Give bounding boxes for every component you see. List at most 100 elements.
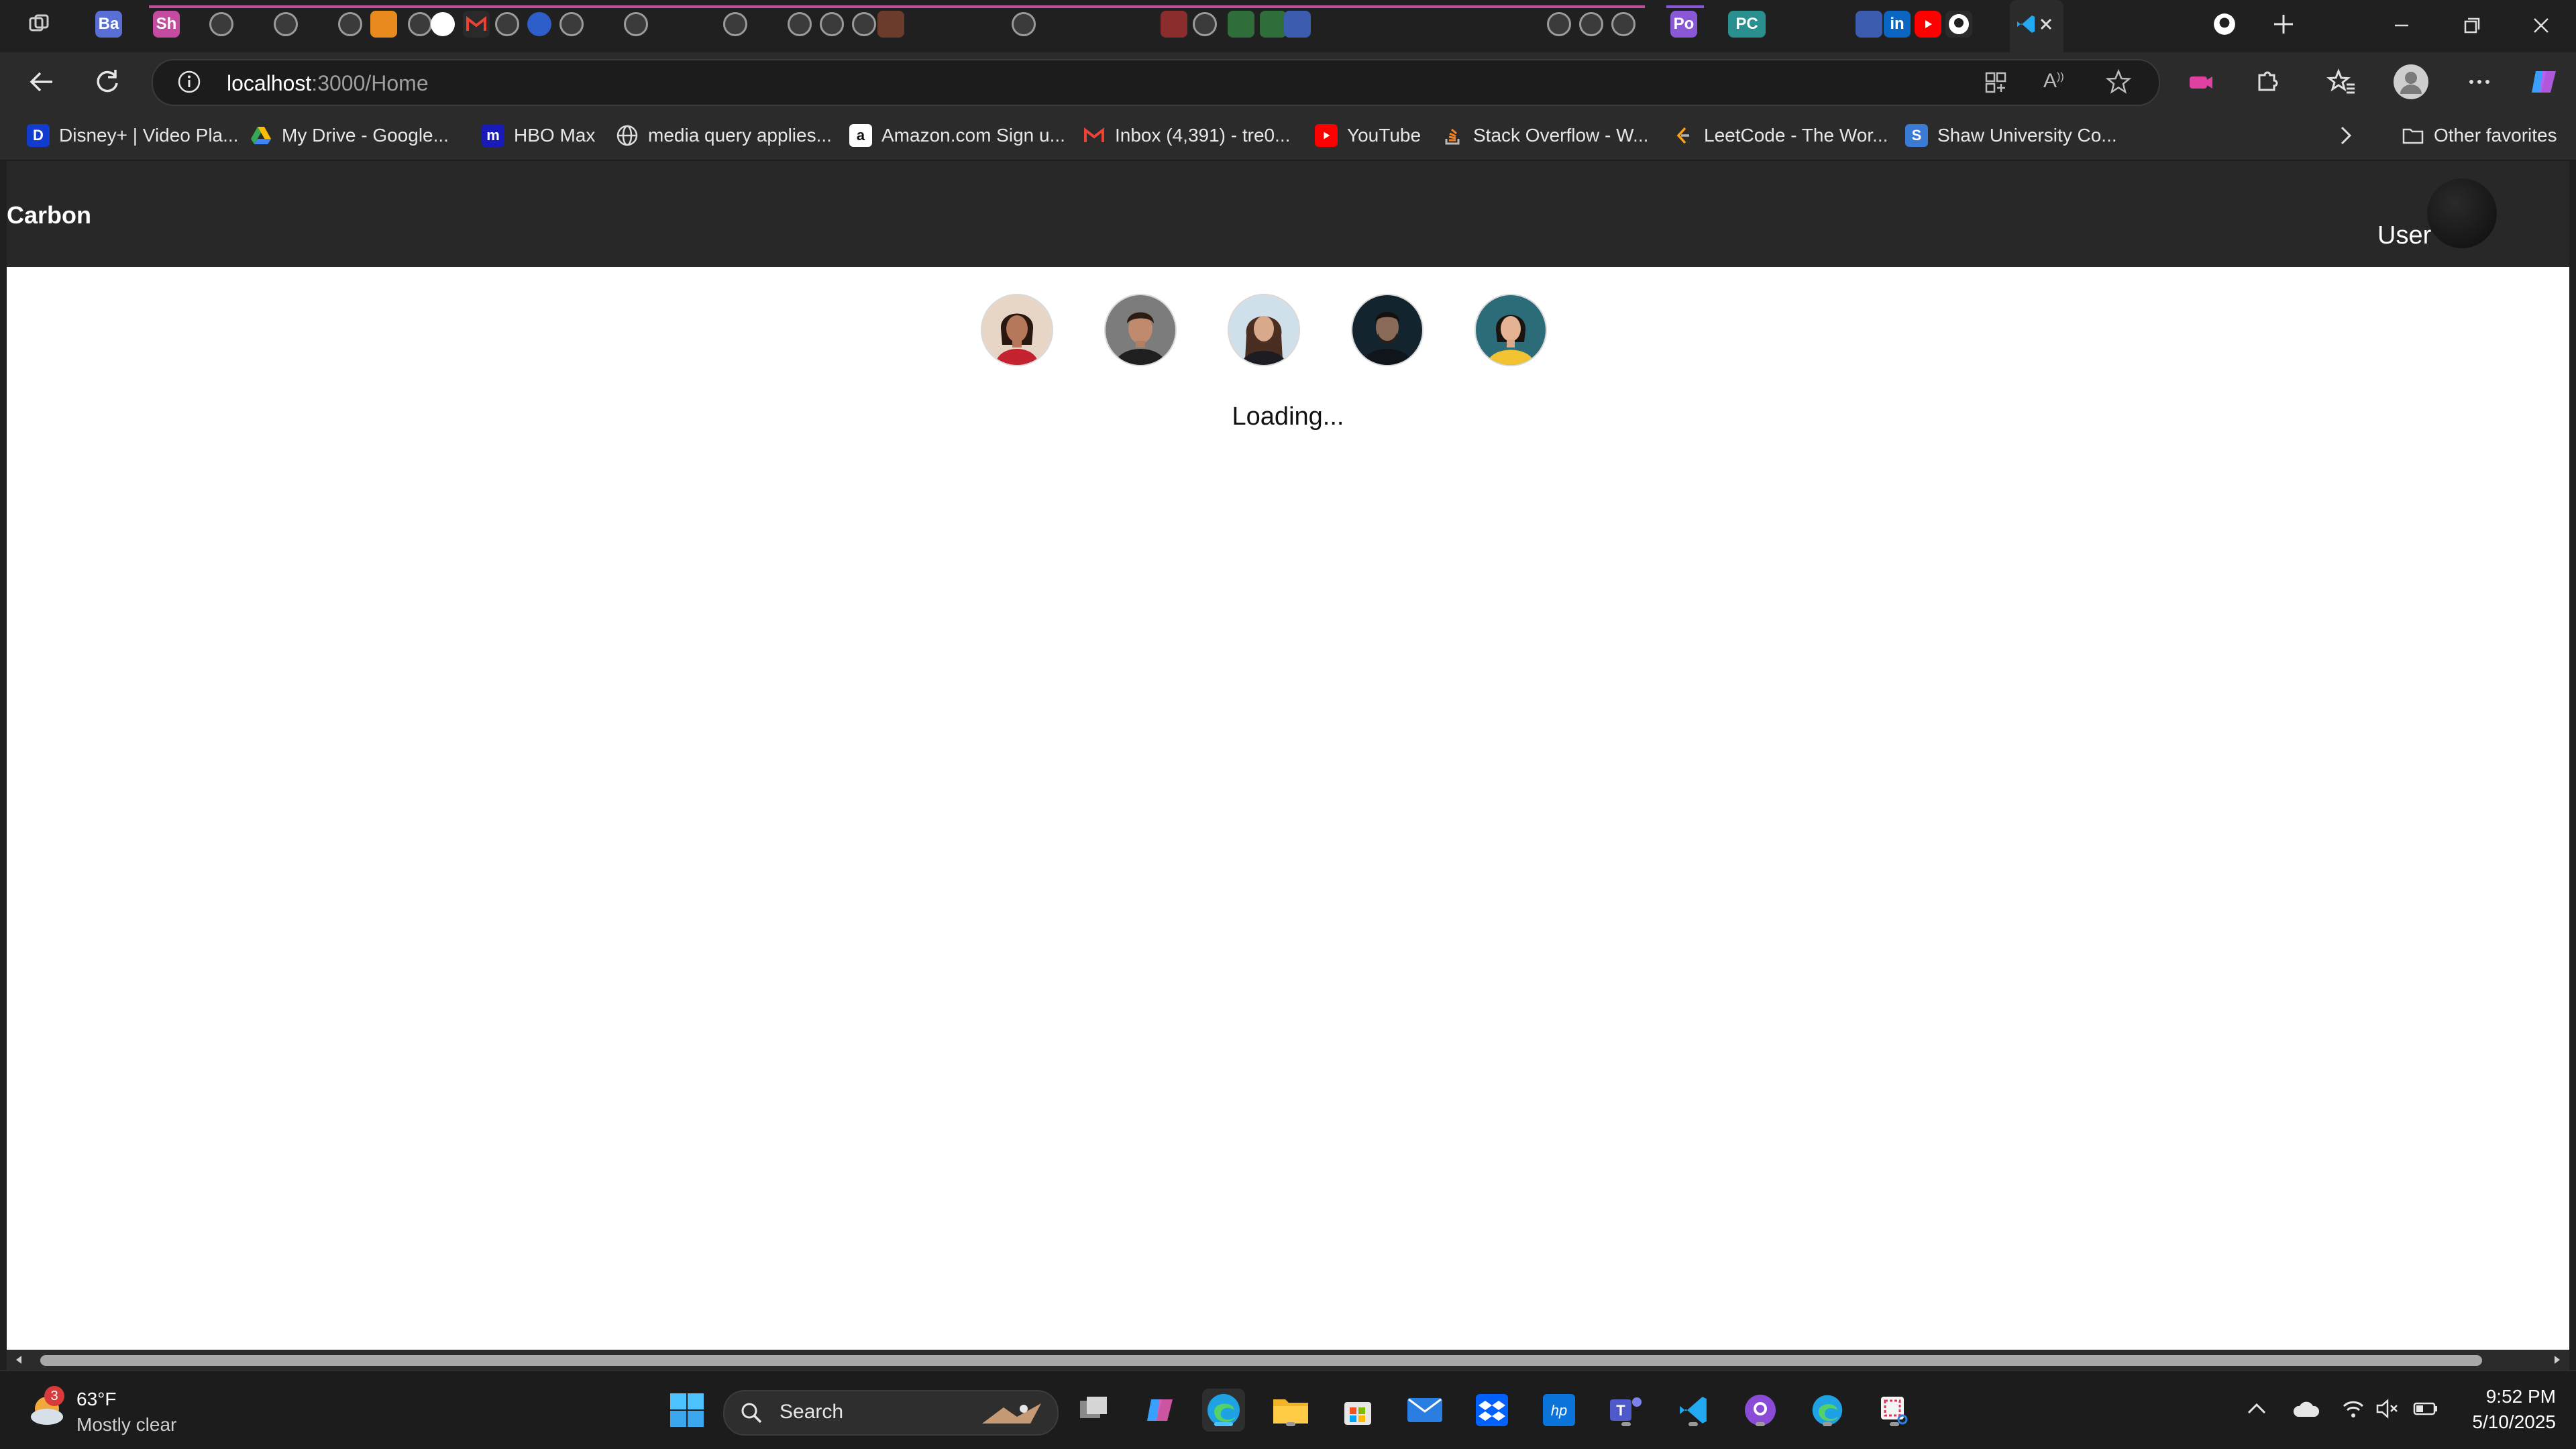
battery-icon[interactable] [2412, 1398, 2439, 1419]
tab-po[interactable]: Po [1670, 11, 1697, 38]
tab-favicon[interactable] [527, 12, 551, 36]
taskbar-search[interactable]: Search [723, 1390, 1059, 1436]
minimize-icon[interactable] [2385, 9, 2418, 42]
scrollbar-thumb[interactable] [40, 1355, 2482, 1366]
site-info-icon[interactable] [177, 70, 201, 94]
tab-favicon[interactable] [788, 12, 812, 36]
tab-favicon-docs[interactable] [1284, 11, 1311, 38]
tab-favicon[interactable] [495, 12, 519, 36]
clock-time[interactable]: 9:52 PM [2449, 1386, 2556, 1407]
vscode-taskbar-icon[interactable] [1672, 1389, 1715, 1432]
more-options-icon[interactable] [2463, 66, 2496, 98]
brand-logo-text[interactable]: Carbon [7, 201, 91, 229]
github-desktop-icon[interactable] [1739, 1389, 1782, 1432]
extensions-icon[interactable] [2251, 66, 2284, 98]
tab-favicon[interactable] [209, 12, 233, 36]
tab-favicon[interactable] [1161, 11, 1187, 38]
microsoft-store-icon[interactable] [1336, 1389, 1379, 1432]
file-explorer-icon[interactable] [1269, 1389, 1312, 1432]
tab-favicon[interactable] [274, 12, 298, 36]
close-window-icon[interactable] [2525, 9, 2557, 42]
scroll-left-arrow-icon[interactable] [13, 1354, 24, 1365]
snipping-tool-icon[interactable] [1873, 1389, 1916, 1432]
back-arrow-icon[interactable] [25, 66, 58, 98]
weather-icon[interactable]: 3 [27, 1386, 70, 1429]
chevron-up-icon[interactable] [2245, 1397, 2269, 1421]
tab-pc[interactable]: PC [1728, 11, 1766, 38]
edge-beta-icon[interactable] [1806, 1389, 1849, 1432]
new-tab-plus-icon[interactable] [2270, 11, 2297, 38]
favorite-amazon[interactable]: a Amazon.com Sign u... [849, 122, 1065, 149]
weather-description[interactable]: Mostly clear [76, 1414, 176, 1436]
task-view-icon[interactable] [1072, 1389, 1115, 1432]
tab-favicon[interactable] [1611, 12, 1635, 36]
tab-favicon[interactable] [338, 12, 362, 36]
tab-favicon-gmail[interactable] [463, 11, 490, 38]
github-icon[interactable] [1945, 11, 1972, 38]
tab-favicon-youtube[interactable] [1915, 11, 1941, 38]
tab-favicon[interactable] [820, 12, 844, 36]
tab-favicon[interactable] [1193, 12, 1217, 36]
clock-date[interactable]: 5/10/2025 [2449, 1411, 2556, 1433]
close-tab-icon[interactable] [2033, 11, 2059, 38]
tab-sh[interactable]: Sh [153, 11, 180, 38]
tab-favicon[interactable] [1547, 12, 1571, 36]
favorite-stack-overflow[interactable]: Stack Overflow - W... [1441, 122, 1648, 149]
tab-ba[interactable]: Ba [95, 11, 122, 38]
copilot-icon[interactable] [2526, 64, 2561, 99]
tab-favicon[interactable] [559, 12, 584, 36]
favorite-star-icon[interactable] [2105, 68, 2132, 95]
tab-favicon-docs[interactable] [1856, 11, 1882, 38]
favorite-hbo-max[interactable]: m HBO Max [482, 122, 595, 149]
favorite-media-query[interactable]: media query applies... [616, 122, 832, 149]
copilot-taskbar-icon[interactable] [1139, 1389, 1182, 1432]
tab-favicon[interactable] [370, 11, 397, 38]
tab-favicon[interactable] [1012, 12, 1036, 36]
story-avatar[interactable] [1106, 295, 1175, 365]
profile-avatar-icon[interactable] [2394, 64, 2428, 99]
story-avatar[interactable] [1229, 295, 1299, 365]
favorite-youtube[interactable]: YouTube [1315, 122, 1421, 149]
address-bar[interactable]: localhost:3000/Home A)) [152, 59, 2160, 106]
horizontal-scrollbar[interactable] [7, 1350, 2569, 1370]
tab-favicon[interactable] [723, 12, 747, 36]
media-extension-icon[interactable] [2184, 66, 2216, 98]
scroll-right-arrow-icon[interactable] [2552, 1354, 2563, 1365]
weather-temp[interactable]: 63°F [76, 1389, 116, 1410]
chevron-right-icon[interactable] [2332, 122, 2359, 149]
wifi-icon[interactable] [2341, 1397, 2365, 1421]
story-avatar[interactable] [982, 295, 1052, 365]
tab-favicon-linkedin[interactable]: in [1884, 11, 1911, 38]
story-avatar[interactable] [1352, 295, 1422, 365]
tab-favicon[interactable] [877, 11, 904, 38]
tab-favicon[interactable] [1260, 11, 1287, 38]
tab-favicon[interactable] [408, 12, 432, 36]
github-icon[interactable] [2211, 11, 2238, 38]
restore-icon[interactable] [2455, 9, 2487, 42]
dropbox-icon[interactable] [1470, 1389, 1513, 1432]
tab-favicon[interactable] [1579, 12, 1603, 36]
favorites-icon[interactable] [2325, 66, 2357, 98]
hp-smart-icon[interactable]: hp [1538, 1389, 1580, 1432]
story-avatar[interactable] [1476, 295, 1546, 365]
other-favorites[interactable]: Other favorites [2402, 122, 2557, 149]
url-text[interactable]: localhost:3000/Home [227, 71, 429, 96]
favorite-shaw-university[interactable]: S Shaw University Co... [1905, 122, 2117, 149]
read-aloud-icon[interactable]: A)) [2043, 70, 2070, 95]
tab-favicon-google[interactable] [431, 12, 455, 36]
edge-taskbar-icon[interactable] [1202, 1389, 1245, 1432]
teams-icon[interactable]: T [1605, 1389, 1648, 1432]
app-available-icon[interactable] [1983, 70, 2008, 95]
tab-favicon[interactable] [852, 12, 876, 36]
user-avatar[interactable] [2427, 178, 2497, 248]
mail-icon[interactable] [1403, 1389, 1446, 1432]
start-windows-icon[interactable] [665, 1389, 708, 1432]
tab-favicon[interactable] [624, 12, 648, 36]
favorite-google-drive[interactable]: My Drive - Google... [250, 122, 449, 149]
refresh-icon[interactable] [91, 66, 123, 98]
workspaces-icon[interactable] [25, 11, 52, 38]
favorite-leetcode[interactable]: LeetCode - The Wor... [1672, 122, 1888, 149]
favorite-disney[interactable]: D Disney+ | Video Pla... [27, 122, 238, 149]
user-label[interactable]: User [2377, 221, 2431, 250]
tab-favicon[interactable] [1228, 11, 1254, 38]
